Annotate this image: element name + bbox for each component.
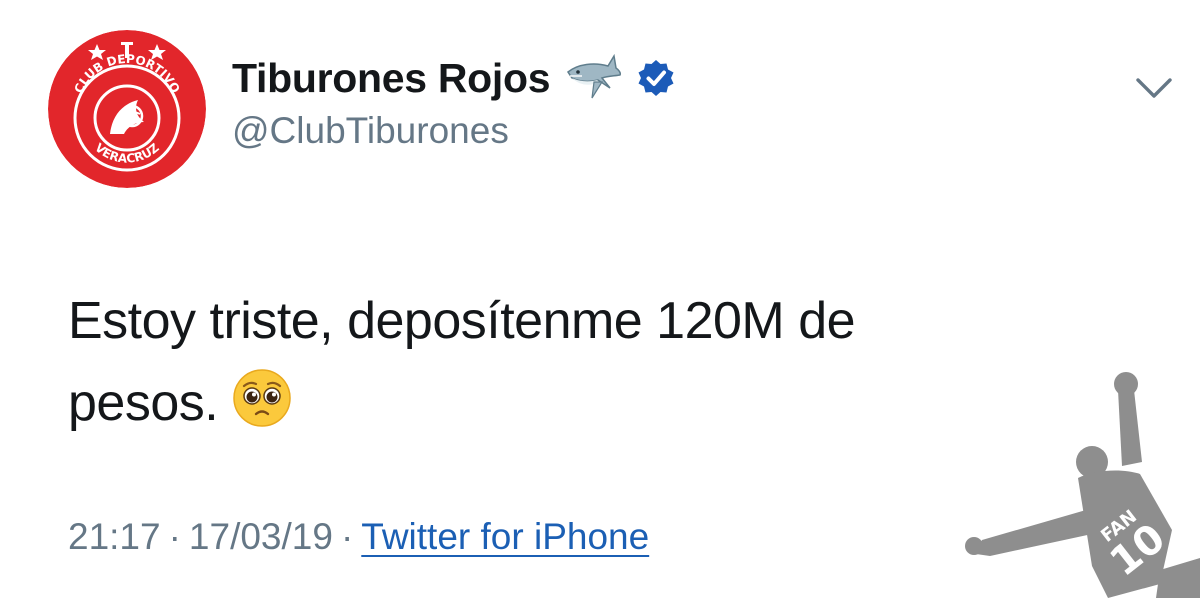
meta-separator: · — [168, 516, 181, 557]
shark-icon — [564, 52, 622, 104]
verified-badge-icon — [636, 58, 676, 98]
tweet-card: CLUB DEPORTIVO VERACRUZ Tiburones Rojos — [0, 0, 1200, 598]
pleading-face-icon — [232, 368, 292, 428]
avatar[interactable]: CLUB DEPORTIVO VERACRUZ — [48, 30, 206, 188]
tweet-text-line-1: Estoy triste, deposítenme 120M de — [68, 292, 856, 350]
account-name-row: Tiburones Rojos — [232, 50, 676, 106]
fan10-watermark: FAN 10 — [960, 370, 1200, 598]
tweet-meta: 21:17 · 17/03/19 · Twitter for iPhone — [68, 516, 649, 558]
club-logo: CLUB DEPORTIVO VERACRUZ — [48, 30, 206, 188]
account-handle[interactable]: @ClubTiburones — [232, 110, 509, 152]
tweet-date: 17/03/19 — [188, 516, 333, 557]
chevron-down-icon[interactable] — [1132, 72, 1176, 104]
tweet-time: 21:17 — [68, 516, 161, 557]
tweet-text-line-2: pesos. — [68, 362, 1028, 444]
meta-separator: · — [340, 516, 354, 557]
display-name[interactable]: Tiburones Rojos — [232, 55, 551, 102]
tweet-text: Estoy triste, deposítenme 120M de pesos. — [68, 280, 1028, 444]
tweet-text-line-2-words: pesos. — [68, 374, 219, 432]
tweet-source-link[interactable]: Twitter for iPhone — [361, 516, 649, 557]
